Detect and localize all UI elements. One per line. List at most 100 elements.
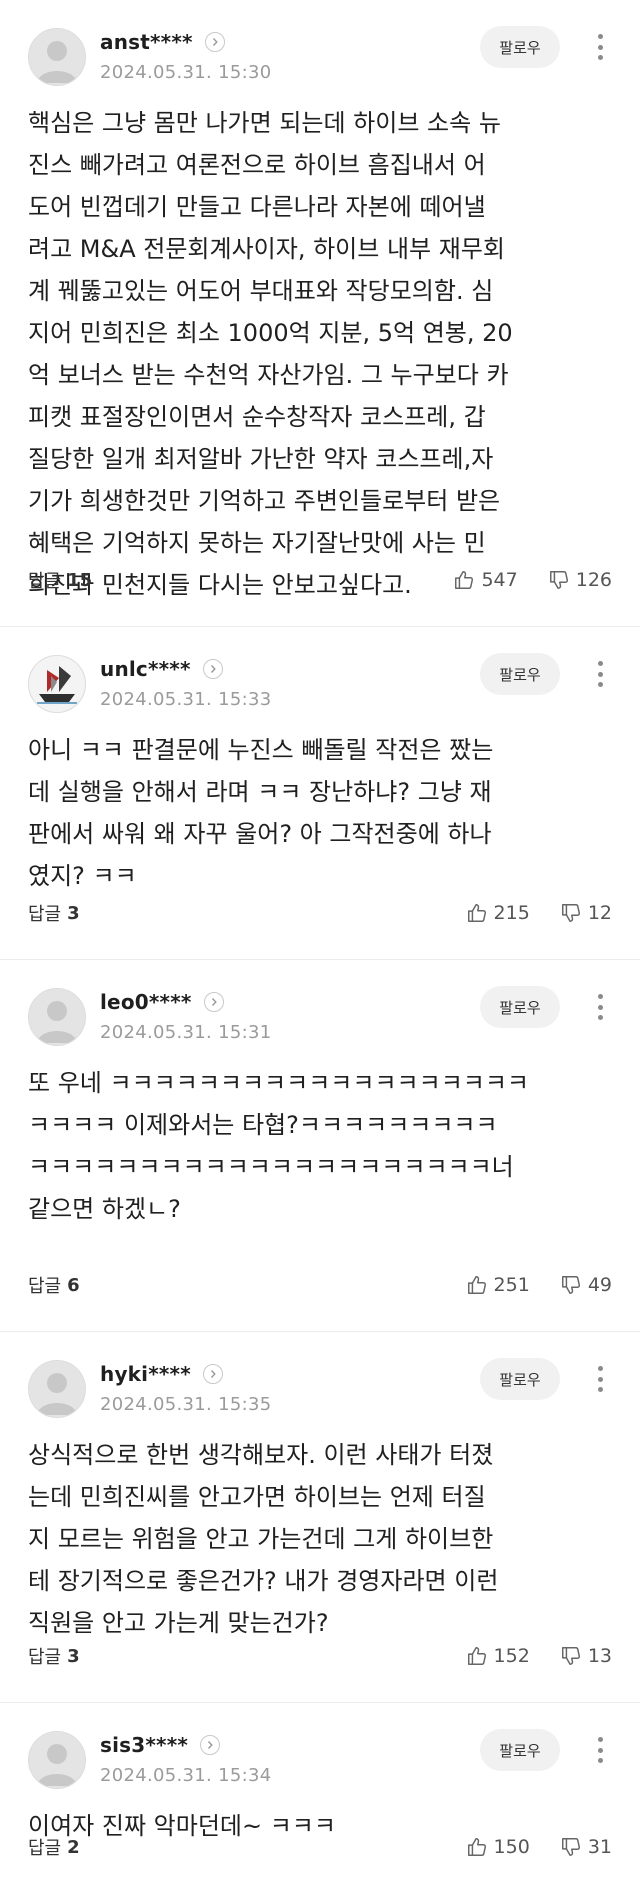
like-count: 215 bbox=[493, 902, 530, 924]
reply-label: 답글 bbox=[28, 571, 62, 592]
like-button[interactable]: 152 bbox=[466, 1645, 530, 1667]
reply-button[interactable]: 답글 3 bbox=[28, 900, 80, 926]
like-button[interactable]: 251 bbox=[466, 1274, 530, 1296]
dislike-count: 126 bbox=[575, 569, 612, 591]
reply-count: 3 bbox=[67, 902, 80, 924]
reply-button[interactable]: 답글 15 bbox=[28, 567, 92, 593]
reply-button[interactable]: 답글 2 bbox=[28, 1834, 80, 1860]
comment-text-line: 데 실행을 안해서 라며 ㅋㅋ 장난하냐? 그냥 재 bbox=[28, 778, 492, 806]
comment-header: unlc**** 2024.05.31. 15:33 팔로우 bbox=[28, 627, 612, 713]
comment-item: hyki**** 2024.05.31. 15:35 팔로우 상식적으로 한번 … bbox=[0, 1332, 640, 1703]
thumbs-down-icon bbox=[560, 1645, 582, 1667]
chevron-right-icon[interactable] bbox=[202, 1364, 223, 1384]
reply-button[interactable]: 답글 6 bbox=[28, 1272, 80, 1298]
dislike-button[interactable]: 49 bbox=[560, 1274, 612, 1296]
comment-text-line: 또 우네 ㅋㅋㅋㅋㅋㅋㅋㅋㅋㅋㅋㅋㅋㅋㅋㅋㅋㅋㅋ bbox=[28, 1069, 530, 1097]
comment-body: 또 우네 ㅋㅋㅋㅋㅋㅋㅋㅋㅋㅋㅋㅋㅋㅋㅋㅋㅋㅋㅋ ㅋㅋㅋㅋ 이제와서는 타협?ㅋㅋ… bbox=[28, 1062, 612, 1230]
like-count: 152 bbox=[493, 1645, 530, 1667]
comment-text-line: 아니 ㅋㅋ 판결문에 누진스 빼돌릴 작전은 짰는 bbox=[28, 736, 494, 764]
avatar[interactable] bbox=[28, 28, 86, 86]
comment-item: unlc**** 2024.05.31. 15:33 팔로우 아니 ㅋㅋ 판결문… bbox=[0, 627, 640, 960]
comment-meta: anst**** 2024.05.31. 15:30 bbox=[100, 28, 271, 83]
thumbs-up-icon bbox=[466, 1645, 488, 1667]
chevron-right-icon[interactable] bbox=[203, 992, 224, 1012]
comment-text-line: 억 보너스 받는 수천억 자산가임. 그 누구보다 카 bbox=[28, 361, 509, 389]
comment-text-line: ㅋㅋㅋㅋㅋㅋㅋㅋㅋㅋㅋㅋㅋㅋㅋㅋㅋㅋㅋㅋㅋ너 bbox=[28, 1153, 514, 1181]
dislike-button[interactable]: 12 bbox=[560, 902, 612, 924]
like-button[interactable]: 547 bbox=[453, 569, 518, 591]
comment-text-line: 혜택은 기억하지 못하는 자기잘난맛에 사는 민 bbox=[28, 529, 486, 557]
thumbs-up-icon bbox=[466, 1274, 488, 1296]
follow-button[interactable]: 팔로우 bbox=[480, 1358, 560, 1400]
comment-footer: 답글 3 215 12 bbox=[28, 897, 612, 929]
dislike-count: 13 bbox=[587, 1645, 612, 1667]
comment-text-line: 상식적으로 한번 생각해보자. 이런 사태가 터졌 bbox=[28, 1441, 494, 1469]
nickname[interactable]: unlc**** bbox=[100, 657, 191, 681]
avatar[interactable] bbox=[28, 988, 86, 1046]
dislike-button[interactable]: 126 bbox=[548, 569, 612, 591]
reply-count: 6 bbox=[67, 1274, 80, 1296]
comment-text-line: 지 모르는 위험을 안고 가는건데 그게 하이브한 bbox=[28, 1525, 494, 1553]
comment-date: 2024.05.31. 15:31 bbox=[100, 1022, 272, 1043]
nickname[interactable]: sis3**** bbox=[100, 1733, 188, 1757]
dislike-button[interactable]: 13 bbox=[560, 1645, 612, 1667]
comment-meta: sis3**** 2024.05.31. 15:34 bbox=[100, 1731, 271, 1786]
avatar[interactable] bbox=[28, 655, 86, 713]
avatar[interactable] bbox=[28, 1360, 86, 1418]
avatar[interactable] bbox=[28, 1731, 86, 1789]
reply-count: 15 bbox=[67, 569, 93, 591]
comment-date: 2024.05.31. 15:33 bbox=[100, 689, 272, 710]
comment-footer: 답글 6 251 49 bbox=[28, 1269, 612, 1301]
comment-text-line: 진스 빼가려고 여론전으로 하이브 흠집내서 어 bbox=[28, 151, 486, 179]
comment-text-line: 질당한 일개 최저알바 가난한 약자 코스프레,자 bbox=[28, 445, 494, 473]
comment-text-line: 도어 빈껍데기 만들고 다른나라 자본에 떼어낼 bbox=[28, 193, 486, 221]
thumbs-down-icon bbox=[548, 569, 570, 591]
nickname[interactable]: hyki**** bbox=[100, 1362, 191, 1386]
comment-text-line: 피캣 표절장인이면서 순수창작자 코스프레, 갑 bbox=[28, 403, 486, 431]
dislike-count: 31 bbox=[587, 1836, 612, 1858]
follow-button[interactable]: 팔로우 bbox=[480, 1729, 560, 1771]
comment-footer: 답글 2 150 31 bbox=[28, 1831, 612, 1863]
reply-button[interactable]: 답글 3 bbox=[28, 1643, 80, 1669]
chevron-right-icon[interactable] bbox=[200, 1735, 221, 1755]
comment-text-line: ㅋㅋㅋㅋ 이제와서는 타협?ㅋㅋㅋㅋㅋㅋㅋㅋㅋ bbox=[28, 1111, 498, 1139]
comment-header: sis3**** 2024.05.31. 15:34 팔로우 bbox=[28, 1703, 612, 1789]
follow-button[interactable]: 팔로우 bbox=[480, 986, 560, 1028]
more-options-icon[interactable] bbox=[588, 657, 612, 691]
comment-text-line: 는데 민희진씨를 안고가면 하이브는 언제 터질 bbox=[28, 1483, 486, 1511]
dislike-count: 12 bbox=[587, 902, 612, 924]
comment-text-line: 직원을 안고 가는게 맞는건가? bbox=[28, 1609, 329, 1637]
comment-text-line: 테 장기적으로 좋은건가? 내가 경영자라면 이런 bbox=[28, 1567, 499, 1595]
comment-item: anst**** 2024.05.31. 15:30 팔로우 핵심은 그냥 몸만… bbox=[0, 0, 640, 627]
comment-text-line: 기가 희생한것만 기억하고 주변인들로부터 받은 bbox=[28, 487, 501, 515]
thumbs-up-icon bbox=[453, 569, 475, 591]
more-options-icon[interactable] bbox=[588, 1733, 612, 1767]
nickname[interactable]: leo0**** bbox=[100, 990, 192, 1014]
comment-date: 2024.05.31. 15:34 bbox=[100, 1765, 272, 1786]
chevron-right-icon[interactable] bbox=[202, 659, 223, 679]
thumbs-down-icon bbox=[560, 1274, 582, 1296]
reply-label: 답글 bbox=[28, 904, 62, 925]
reply-label: 답글 bbox=[28, 1838, 62, 1859]
more-options-icon[interactable] bbox=[588, 30, 612, 64]
dislike-button[interactable]: 31 bbox=[560, 1836, 612, 1858]
nickname[interactable]: anst**** bbox=[100, 30, 193, 54]
comment-text-line: 였지? ㅋㅋ bbox=[28, 862, 137, 890]
comment-header: anst**** 2024.05.31. 15:30 팔로우 bbox=[28, 0, 612, 86]
comment-text-line: 핵심은 그냥 몸만 나가면 되는데 하이브 소속 뉴 bbox=[28, 109, 501, 137]
reply-count: 3 bbox=[67, 1645, 80, 1667]
thumbs-up-icon bbox=[466, 1836, 488, 1858]
like-count: 547 bbox=[481, 569, 518, 591]
like-button[interactable]: 150 bbox=[466, 1836, 530, 1858]
more-options-icon[interactable] bbox=[588, 990, 612, 1024]
more-options-icon[interactable] bbox=[588, 1362, 612, 1396]
comment-header: hyki**** 2024.05.31. 15:35 팔로우 bbox=[28, 1332, 612, 1418]
comment-text-line: 계 꿰뚫고있는 어도어 부대표와 작당모의함. 심 bbox=[28, 277, 494, 305]
reply-count: 2 bbox=[67, 1836, 80, 1858]
like-button[interactable]: 215 bbox=[466, 902, 530, 924]
comment-footer: 답글 15 547 126 bbox=[28, 564, 612, 596]
follow-button[interactable]: 팔로우 bbox=[480, 26, 560, 68]
follow-button[interactable]: 팔로우 bbox=[480, 653, 560, 695]
comment-text-line: 지어 민희진은 최소 1000억 지분, 5억 연봉, 20 bbox=[28, 319, 513, 347]
chevron-right-icon[interactable] bbox=[204, 32, 225, 52]
